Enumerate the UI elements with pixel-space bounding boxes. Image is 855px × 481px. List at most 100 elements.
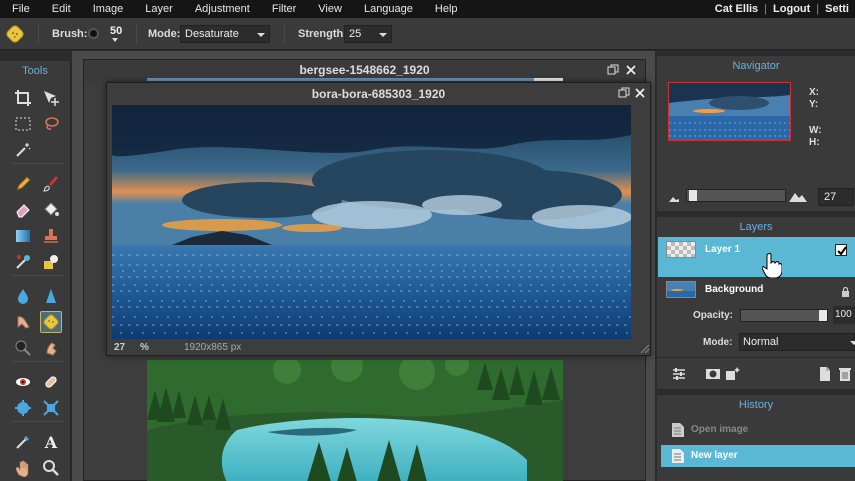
logout-link[interactable]: Logout: [767, 3, 816, 15]
svg-text:A: A: [44, 433, 58, 451]
layer-mask-icon[interactable]: [705, 366, 721, 382]
layer-row-layer-1[interactable]: Layer 1: [658, 237, 855, 277]
bucket-icon[interactable]: [40, 199, 62, 221]
zoom-in-icon[interactable]: [788, 191, 808, 203]
user-name[interactable]: Cat Ellis: [709, 3, 764, 15]
chevron-down-icon: [850, 341, 855, 345]
restore-icon[interactable]: [607, 64, 619, 76]
trash-icon[interactable]: [837, 366, 853, 382]
layer-thumbnail: [666, 241, 696, 258]
menu-layer[interactable]: Layer: [134, 0, 184, 18]
navigator-thumbnail[interactable]: [668, 82, 791, 141]
opacity-slider[interactable]: [740, 309, 828, 322]
blend-mode-select[interactable]: Normal: [739, 333, 855, 351]
blur-icon[interactable]: [12, 285, 34, 307]
sponge-icon[interactable]: [40, 311, 62, 333]
strength-label: Strength:: [298, 28, 347, 40]
bora-bora-image[interactable]: [112, 105, 631, 339]
zoom-icon[interactable]: [40, 457, 62, 479]
right-panels: Navigator X: Y: W: H: 27 Layers Layer 1 …: [656, 51, 855, 481]
menu-help[interactable]: Help: [424, 0, 469, 18]
document-titlebar[interactable]: bergsee-1548662_1920: [84, 60, 645, 82]
slider-knob[interactable]: [688, 190, 697, 201]
slider-knob[interactable]: [819, 310, 827, 321]
hand-icon[interactable]: [12, 457, 34, 479]
dodge-icon[interactable]: [12, 337, 34, 359]
navigator-title: Navigator: [732, 60, 780, 72]
move-icon[interactable]: [40, 87, 62, 109]
close-icon[interactable]: [634, 87, 646, 99]
brush-preview[interactable]: [90, 30, 97, 37]
color-replace-icon[interactable]: [12, 251, 34, 273]
strength-select[interactable]: 25: [344, 25, 392, 43]
brush-icon[interactable]: [40, 173, 62, 195]
checkmark-icon: [837, 246, 847, 256]
text-icon[interactable]: A: [40, 431, 62, 453]
bloat-icon[interactable]: [12, 397, 34, 419]
spot-heal-icon[interactable]: [40, 371, 62, 393]
menu-filter[interactable]: Filter: [261, 0, 307, 18]
new-layer-icon[interactable]: [817, 366, 833, 382]
smudge-icon[interactable]: [12, 311, 34, 333]
menu-image[interactable]: Image: [82, 0, 135, 18]
tools-divider: [12, 275, 64, 276]
lasso-icon[interactable]: [40, 113, 62, 135]
brush-size[interactable]: 50: [110, 25, 122, 37]
navigator-zoom-input[interactable]: 27: [818, 188, 854, 206]
mode-select-value: Desaturate: [185, 28, 239, 40]
image-size: 1920x865 px: [184, 342, 242, 353]
tools-title: Tools: [22, 65, 48, 77]
document-title: bergsee-1548662_1920: [299, 63, 430, 77]
history-item-label: New layer: [691, 450, 738, 461]
layers-panel: Layers Layer 1 Background Opacity: 100 M…: [657, 217, 855, 389]
menu-file[interactable]: File: [0, 0, 41, 18]
zoom-level[interactable]: 27: [114, 342, 125, 353]
menu-adjustment[interactable]: Adjustment: [184, 0, 261, 18]
close-icon[interactable]: [625, 64, 637, 76]
red-eye-icon[interactable]: [12, 371, 34, 393]
zoom-unit: %: [140, 342, 149, 353]
app-window: File Edit Image Layer Adjustment Filter …: [0, 0, 855, 481]
burn-icon[interactable]: [40, 337, 62, 359]
color-picker-icon[interactable]: [12, 431, 34, 453]
pinch-icon[interactable]: [40, 397, 62, 419]
document-icon: [672, 423, 684, 437]
layer-name: Background: [705, 284, 764, 295]
navigator-zoom-slider[interactable]: [686, 189, 786, 202]
layer-styles-icon[interactable]: [725, 366, 741, 382]
document-titlebar[interactable]: bora-bora-685303_1920: [107, 83, 650, 105]
brush-dropdown-icon[interactable]: [112, 38, 118, 42]
tool-options-bar: Brush: 50 Mode: Desaturate Strength: 25: [0, 18, 855, 50]
navigator-x-label: X:: [809, 87, 819, 98]
pencil-icon[interactable]: [12, 173, 34, 195]
layers-title: Layers: [739, 221, 773, 233]
gradient-icon[interactable]: [12, 225, 34, 247]
opacity-value[interactable]: 100: [833, 306, 855, 324]
navigator-w-label: W:: [809, 125, 822, 136]
magic-wand-icon[interactable]: [12, 139, 34, 161]
menu-view[interactable]: View: [307, 0, 353, 18]
history-item[interactable]: New layer: [661, 445, 855, 467]
hand-cursor-icon: [762, 252, 782, 278]
settings-link[interactable]: Setti: [819, 3, 855, 15]
progress-remaining: [533, 78, 563, 81]
menu-edit[interactable]: Edit: [41, 0, 82, 18]
restore-icon[interactable]: [618, 87, 630, 99]
drawing-icon[interactable]: [40, 251, 62, 273]
layer-settings-icon[interactable]: [671, 366, 687, 382]
eraser-icon[interactable]: [12, 199, 34, 221]
resize-grip-icon[interactable]: [640, 344, 650, 354]
sharpen-icon[interactable]: [40, 285, 62, 307]
layer-thumbnail: [666, 281, 696, 298]
crop-icon[interactable]: [12, 87, 34, 109]
brush-label: Brush:: [52, 28, 88, 40]
menu-language[interactable]: Language: [353, 0, 424, 18]
mode-select[interactable]: Desaturate: [180, 25, 270, 43]
stamp-icon[interactable]: [40, 225, 62, 247]
marquee-icon[interactable]: [12, 113, 34, 135]
zoom-out-icon[interactable]: [668, 195, 680, 203]
document-window-bora-bora[interactable]: bora-bora-685303_1920 27 % 1920x865 px: [106, 82, 651, 356]
chevron-down-icon: [379, 33, 387, 37]
layer-visibility-checkbox[interactable]: [835, 244, 847, 256]
history-item[interactable]: Open image: [661, 419, 855, 441]
